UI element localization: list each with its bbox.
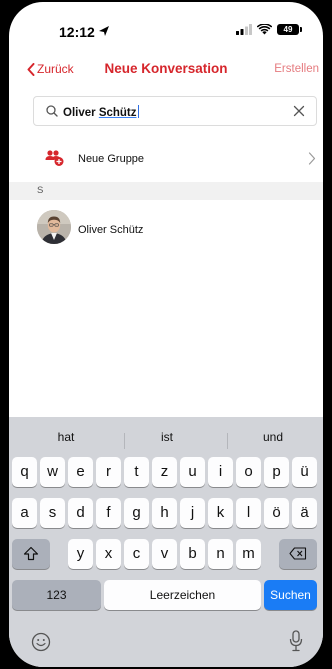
backspace-icon: [289, 547, 307, 560]
key-m[interactable]: m: [236, 539, 261, 569]
key-n[interactable]: n: [208, 539, 233, 569]
key-oe[interactable]: ö: [264, 498, 289, 528]
microphone-icon[interactable]: [289, 630, 303, 652]
navigation-bar: Zurück Neue Konversation Erstellen: [9, 60, 323, 84]
suggestion-item[interactable]: und: [223, 430, 323, 444]
key-e[interactable]: e: [68, 457, 93, 487]
key-j[interactable]: j: [180, 498, 205, 528]
key-s[interactable]: s: [40, 498, 65, 528]
avatar-photo: [37, 210, 71, 244]
status-time: 12:12: [59, 24, 95, 40]
key-r[interactable]: r: [96, 457, 121, 487]
shift-key[interactable]: [12, 539, 50, 569]
numbers-key[interactable]: 123: [12, 580, 101, 610]
section-header: S: [9, 182, 323, 200]
create-button[interactable]: Erstellen: [274, 63, 319, 75]
text-caret: [137, 105, 139, 118]
location-arrow-icon: [99, 26, 109, 36]
shift-icon: [23, 546, 39, 561]
avatar: [37, 210, 71, 244]
backspace-key[interactable]: [279, 539, 317, 569]
search-value-last: Schütz: [98, 107, 137, 119]
contact-name: Oliver Schütz: [78, 224, 144, 236]
key-p[interactable]: p: [264, 457, 289, 487]
key-u[interactable]: u: [180, 457, 205, 487]
search-value: Oliver Schütz: [63, 105, 139, 119]
key-k[interactable]: k: [208, 498, 233, 528]
status-icons: 49: [236, 24, 302, 35]
key-o[interactable]: o: [236, 457, 261, 487]
emoji-icon[interactable]: [31, 632, 51, 652]
key-h[interactable]: h: [152, 498, 177, 528]
search-key[interactable]: Suchen: [264, 580, 317, 610]
battery-icon: 49: [277, 24, 302, 35]
key-f[interactable]: f: [96, 498, 121, 528]
key-x[interactable]: x: [96, 539, 121, 569]
key-y[interactable]: y: [68, 539, 93, 569]
section-letter: S: [37, 185, 44, 196]
suggestion-bar: hat ist und: [9, 425, 323, 449]
key-b[interactable]: b: [180, 539, 205, 569]
device-frame: 12:12 49 Zurück Neue Konversation Erstel…: [0, 0, 332, 669]
chevron-right-icon: [308, 152, 316, 165]
key-q[interactable]: q: [12, 457, 37, 487]
key-z[interactable]: z: [152, 457, 177, 487]
suggestion-item[interactable]: ist: [117, 430, 217, 444]
key-ae[interactable]: ä: [292, 498, 317, 528]
key-t[interactable]: t: [124, 457, 149, 487]
signal-icon: [236, 24, 252, 35]
key-c[interactable]: c: [124, 539, 149, 569]
key-i[interactable]: i: [208, 457, 233, 487]
search-value-first: Oliver: [63, 107, 99, 119]
status-bar: 12:12 49: [9, 2, 323, 52]
new-group-label: Neue Gruppe: [78, 153, 145, 165]
key-w[interactable]: w: [40, 457, 65, 487]
search-icon: [46, 105, 58, 117]
key-g[interactable]: g: [124, 498, 149, 528]
new-group-row[interactable]: Neue Gruppe: [9, 144, 323, 174]
key-d[interactable]: d: [68, 498, 93, 528]
screen: 12:12 49 Zurück Neue Konversation Erstel…: [9, 2, 323, 667]
key-l[interactable]: l: [236, 498, 261, 528]
suggestion-item[interactable]: hat: [16, 430, 116, 444]
keyboard: hat ist und q w e r t z u i o p ü a s d …: [9, 417, 323, 667]
wifi-icon: [257, 24, 272, 35]
key-v[interactable]: v: [152, 539, 177, 569]
new-group-icon: [45, 150, 64, 166]
contact-row[interactable]: Oliver Schütz: [9, 210, 323, 252]
key-a[interactable]: a: [12, 498, 37, 528]
search-input[interactable]: Oliver Schütz: [33, 96, 317, 126]
space-key[interactable]: Leerzeichen: [104, 580, 261, 610]
key-ue[interactable]: ü: [292, 457, 317, 487]
clear-icon[interactable]: [293, 105, 305, 117]
